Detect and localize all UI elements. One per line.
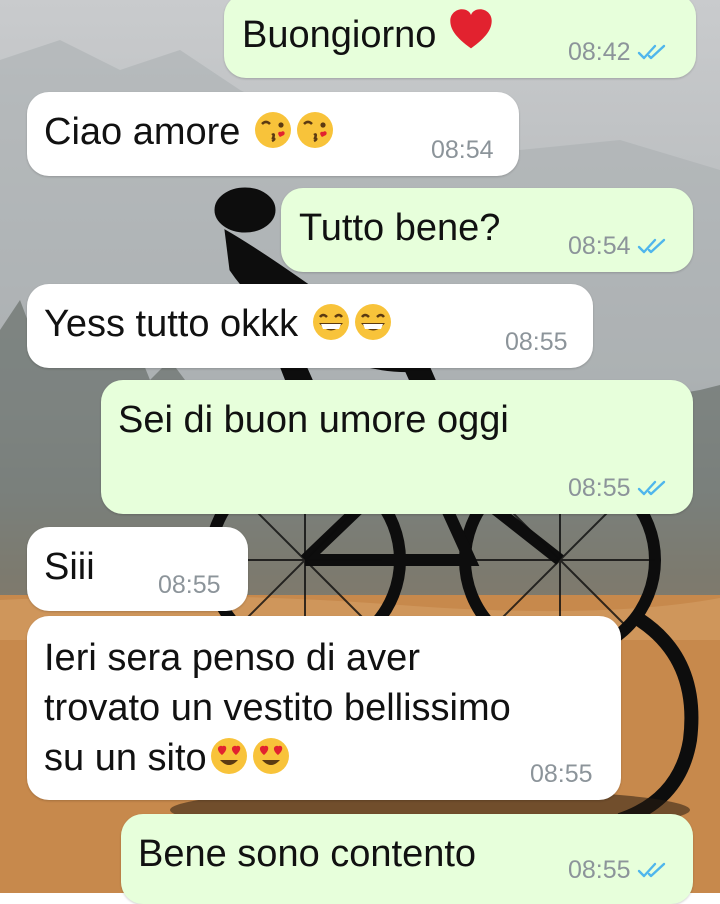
message-bubble-incoming[interactable]: Ciao amore 08:54 [27,92,519,176]
timestamp: 08:54 [568,232,631,260]
timestamp: 08:55 [158,571,221,599]
message-meta: 08:54 [431,136,494,164]
message-meta: 08:42 [568,38,667,66]
message-text: Sei di buon umore oggi [118,399,509,441]
read-receipt-icon [637,44,665,60]
message-bubble-incoming[interactable]: Ieri sera penso di aver trovato un vesti… [27,616,621,800]
message-text: Bene sono contento [138,833,477,875]
timestamp: 08:55 [568,856,631,884]
timestamp: 08:55 [530,760,593,788]
message-line: su un sito [44,733,291,783]
message-text: Tutto bene? [299,207,501,249]
timestamp: 08:42 [568,38,631,66]
message-text: Ciao amore [44,107,335,157]
message-text: Buongiorno [242,7,494,60]
timestamp: 08:55 [505,328,568,356]
message-bubble-incoming[interactable]: Yess tutto okkk 08:55 [27,284,593,368]
message-meta: 08:55 [158,571,221,599]
message-bubble-incoming[interactable]: Siii 08:55 [27,527,248,611]
heart-eyes-emoji [252,738,289,774]
read-receipt-icon [637,862,665,878]
message-bubble-outgoing[interactable]: Sei di buon umore oggi 08:55 [101,380,693,514]
message-meta: 08:55 [530,760,593,788]
message-line: Ieri sera penso di aver [44,637,420,679]
message-meta: 08:54 [568,232,667,260]
timestamp: 08:55 [568,474,631,502]
face-blowing-kiss-emoji [254,112,291,148]
message-meta: 08:55 [505,328,568,356]
red-heart-emoji [450,9,493,49]
message-bubble-outgoing[interactable]: Tutto bene? 08:54 [281,188,693,272]
message-text: Siii [44,546,95,588]
message-meta: 08:55 [568,474,667,502]
message-meta: 08:55 [568,856,667,884]
heart-eyes-emoji [210,738,247,774]
read-receipt-icon [637,480,665,496]
message-text: Yess tutto okkk [44,299,393,349]
timestamp: 08:54 [431,136,494,164]
face-blowing-kiss-emoji [296,112,333,148]
read-receipt-icon [637,238,665,254]
message-bubble-outgoing[interactable]: Bene sono contento 08:55 [121,814,693,904]
message-line: trovato un vestito bellissimo [44,687,511,729]
beaming-face-emoji [354,304,391,340]
message-bubble-outgoing[interactable]: Buongiorno 08:42 [224,0,696,78]
beaming-face-emoji [312,304,349,340]
